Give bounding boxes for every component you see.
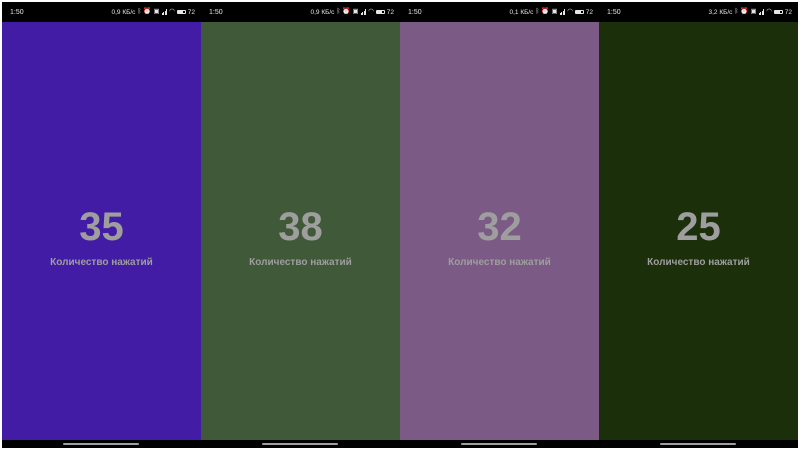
battery-level: 72: [386, 8, 394, 16]
tap-area[interactable]: 32 Количество нажатий: [400, 22, 599, 440]
phone-screen-2: 1:50 0,9 КБ/с ᛒ ⏰ ▣ ◠ 72 38 Количество н…: [201, 2, 400, 448]
wifi-icon: ◠: [368, 7, 374, 15]
status-time: 1:50: [408, 8, 422, 16]
tap-area[interactable]: 25 Количество нажатий: [599, 22, 798, 440]
status-time: 1:50: [10, 8, 24, 16]
sim-icon: ▣: [750, 7, 757, 15]
phone-screen-1: 1:50 0,9 КБ/с ᛒ ⏰ ▣ ◠ 72 35 Количество н…: [2, 2, 201, 448]
nav-bar: [2, 440, 201, 448]
status-bar: 1:50 3,2 КБ/с ᛒ ⏰ ▣ ◠ 72: [599, 2, 798, 22]
alarm-icon: ⏰: [143, 7, 152, 15]
network-speed: 0,9 КБ/с: [111, 8, 136, 16]
battery-icon: [574, 10, 584, 14]
nav-bar: [400, 440, 599, 448]
sim-icon: ▣: [153, 7, 160, 15]
status-icons: 0,9 КБ/с ᛒ ⏰ ▣ ◠ 72: [111, 7, 195, 16]
battery-icon: [176, 10, 186, 14]
network-speed: 0,1 КБ/с: [509, 8, 534, 16]
tap-count-label: Количество нажатий: [249, 257, 352, 268]
signal-icon: [559, 9, 566, 15]
wifi-icon: ◠: [169, 7, 175, 15]
bluetooth-icon: ᛒ: [336, 7, 341, 15]
wifi-icon: ◠: [567, 7, 573, 15]
status-bar: 1:50 0,9 КБ/с ᛒ ⏰ ▣ ◠ 72: [201, 2, 400, 22]
tap-area[interactable]: 35 Количество нажатий: [2, 22, 201, 440]
status-icons: 0,9 КБ/с ᛒ ⏰ ▣ ◠ 72: [310, 7, 394, 16]
status-bar: 1:50 0,9 КБ/с ᛒ ⏰ ▣ ◠ 72: [2, 2, 201, 22]
wifi-icon: ◠: [766, 7, 772, 15]
tap-area[interactable]: 38 Количество нажатий: [201, 22, 400, 440]
alarm-icon: ⏰: [541, 7, 550, 15]
home-indicator[interactable]: [63, 443, 139, 445]
tap-count: 25: [676, 205, 721, 249]
nav-bar: [201, 440, 400, 448]
alarm-icon: ⏰: [342, 7, 351, 15]
sim-icon: ▣: [352, 7, 359, 15]
battery-icon: [773, 10, 783, 14]
tap-count-label: Количество нажатий: [448, 257, 551, 268]
phone-screen-4: 1:50 3,2 КБ/с ᛒ ⏰ ▣ ◠ 72 25 Количество н…: [599, 2, 798, 448]
signal-icon: [161, 9, 168, 15]
battery-level: 72: [585, 8, 593, 16]
status-time: 1:50: [607, 8, 621, 16]
phone-screen-3: 1:50 0,1 КБ/с ᛒ ⏰ ▣ ◠ 72 32 Количество н…: [400, 2, 599, 448]
home-indicator[interactable]: [461, 443, 537, 445]
tap-count: 32: [477, 205, 522, 249]
status-icons: 0,1 КБ/с ᛒ ⏰ ▣ ◠ 72: [509, 7, 593, 16]
bluetooth-icon: ᛒ: [535, 7, 540, 15]
tap-count: 38: [278, 205, 323, 249]
bluetooth-icon: ᛒ: [734, 7, 739, 15]
tap-count: 35: [79, 205, 124, 249]
nav-bar: [599, 440, 798, 448]
battery-level: 72: [784, 8, 792, 16]
home-indicator[interactable]: [660, 443, 736, 445]
tap-count-label: Количество нажатий: [50, 257, 153, 268]
signal-icon: [360, 9, 367, 15]
battery-icon: [375, 10, 385, 14]
home-indicator[interactable]: [262, 443, 338, 445]
status-bar: 1:50 0,1 КБ/с ᛒ ⏰ ▣ ◠ 72: [400, 2, 599, 22]
alarm-icon: ⏰: [740, 7, 749, 15]
network-speed: 0,9 КБ/с: [310, 8, 335, 16]
tap-count-label: Количество нажатий: [647, 257, 750, 268]
network-speed: 3,2 КБ/с: [708, 8, 733, 16]
signal-icon: [758, 9, 765, 15]
status-icons: 3,2 КБ/с ᛒ ⏰ ▣ ◠ 72: [708, 7, 792, 16]
sim-icon: ▣: [551, 7, 558, 15]
status-time: 1:50: [209, 8, 223, 16]
battery-level: 72: [187, 8, 195, 16]
screenshot-collage: 1:50 0,9 КБ/с ᛒ ⏰ ▣ ◠ 72 35 Количество н…: [2, 2, 798, 448]
bluetooth-icon: ᛒ: [137, 7, 142, 15]
